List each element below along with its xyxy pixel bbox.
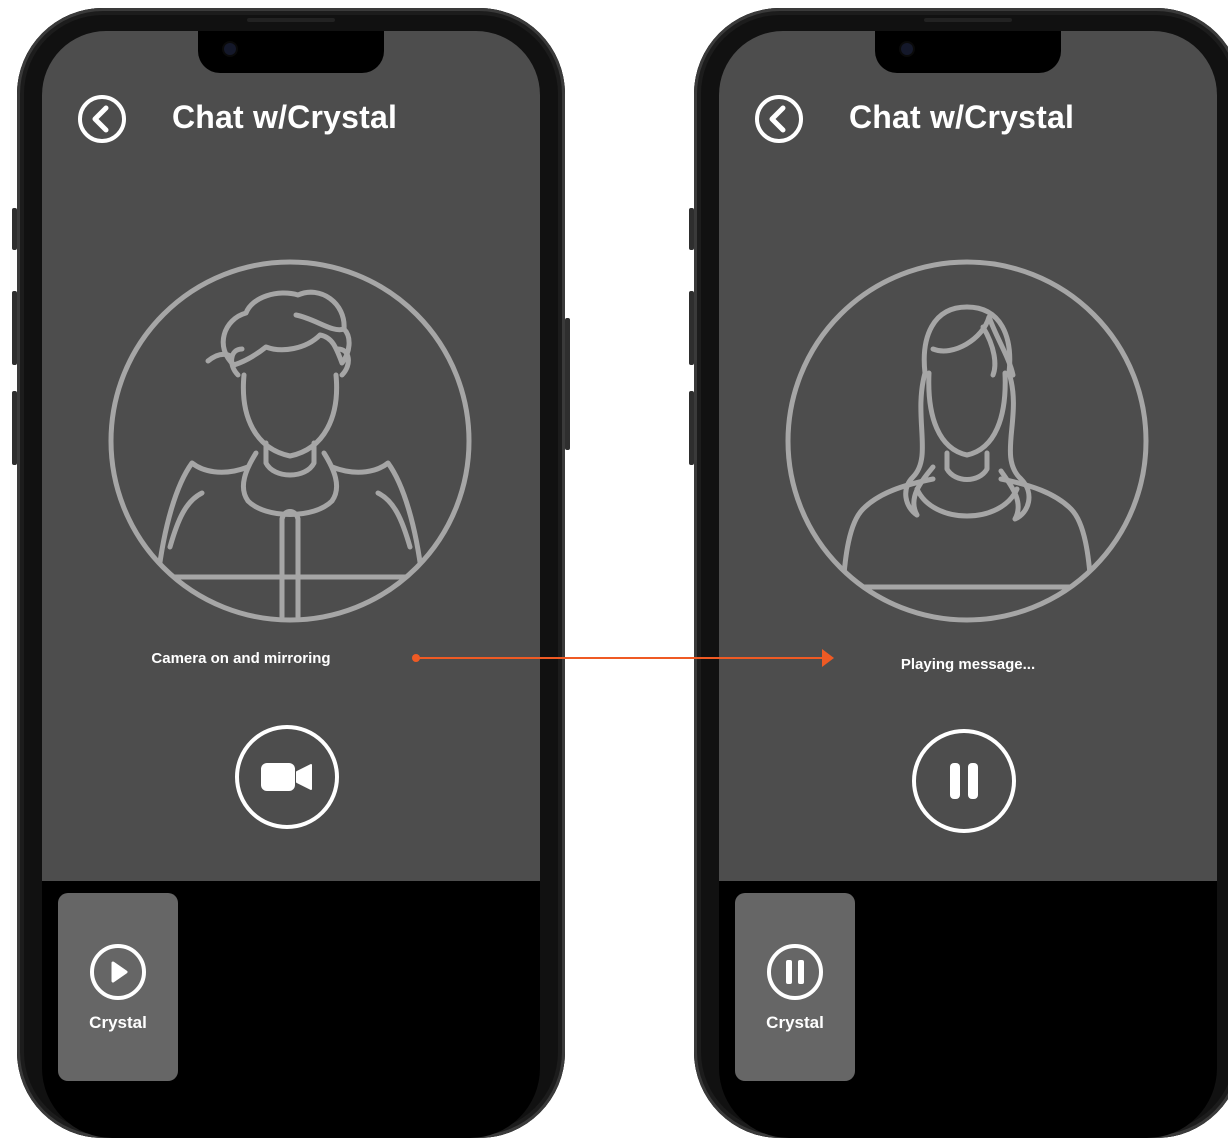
camera-viewer: Chat w/Crystal Camera on and mirroring bbox=[42, 31, 540, 881]
volume-up-button bbox=[12, 291, 17, 365]
phone-screen: Chat w/Crystal Playing message... Crysta… bbox=[719, 31, 1217, 1138]
front-camera bbox=[224, 43, 236, 55]
message-card[interactable]: Crystal bbox=[735, 893, 855, 1081]
earpiece-speaker bbox=[247, 18, 335, 22]
message-card[interactable]: Crystal bbox=[58, 893, 178, 1081]
phone-screen: Chat w/Crystal Camera on and mirroring C… bbox=[42, 31, 540, 1138]
record-video-button[interactable] bbox=[235, 725, 339, 829]
volume-down-button bbox=[689, 391, 694, 465]
front-camera bbox=[901, 43, 913, 55]
back-button[interactable] bbox=[77, 94, 127, 144]
video-camera-icon bbox=[261, 763, 312, 791]
message-sender-name: Crystal bbox=[766, 1013, 824, 1032]
phone-frame-playback: Chat w/Crystal Playing message... Crysta… bbox=[689, 8, 1228, 1138]
page-title: Chat w/Crystal bbox=[172, 99, 398, 135]
page-title: Chat w/Crystal bbox=[849, 99, 1075, 135]
power-button bbox=[565, 318, 570, 450]
earpiece-speaker bbox=[924, 18, 1012, 22]
pause-icon bbox=[950, 763, 978, 799]
notch bbox=[875, 31, 1061, 73]
status-text: Camera on and mirroring bbox=[151, 650, 331, 667]
mute-switch bbox=[689, 208, 694, 250]
female-avatar-icon bbox=[785, 259, 1149, 623]
message-viewer: Chat w/Crystal Playing message... bbox=[719, 31, 1217, 881]
message-sender-name: Crystal bbox=[89, 1013, 147, 1032]
back-button[interactable] bbox=[754, 94, 804, 144]
status-text: Playing message... bbox=[900, 656, 1036, 673]
play-icon bbox=[90, 944, 146, 1000]
volume-down-button bbox=[12, 391, 17, 465]
pause-button[interactable] bbox=[912, 729, 1016, 833]
phone-frame-camera: Chat w/Crystal Camera on and mirroring C… bbox=[12, 8, 570, 1138]
volume-up-button bbox=[689, 291, 694, 365]
mute-switch bbox=[12, 208, 17, 250]
pause-icon bbox=[767, 944, 823, 1000]
notch bbox=[198, 31, 384, 73]
male-avatar-icon bbox=[108, 259, 472, 623]
